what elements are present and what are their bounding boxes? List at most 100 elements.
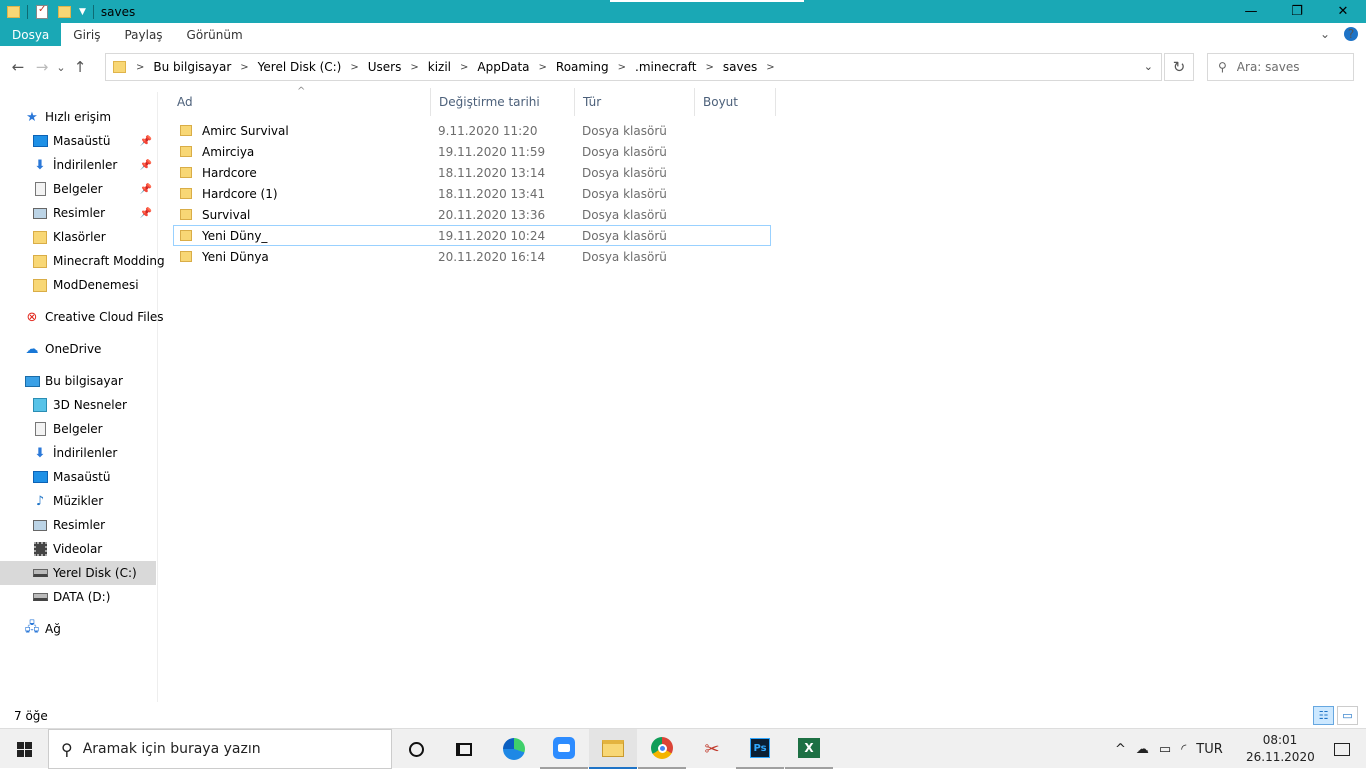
- tab-file[interactable]: Dosya: [0, 23, 62, 46]
- zoom-button[interactable]: [540, 729, 588, 769]
- clock[interactable]: 08:01 26.11.2020: [1246, 732, 1315, 766]
- tab-view[interactable]: Görünüm: [175, 23, 255, 46]
- pin-icon[interactable]: 📌: [140, 160, 152, 171]
- new-folder-icon[interactable]: [57, 4, 71, 19]
- column-header-modified[interactable]: Değiştirme tarihi: [431, 88, 575, 116]
- sidebar-item-downloads[interactable]: ⬇ İndirilenler: [0, 441, 156, 465]
- wifi-icon[interactable]: ◜: [1181, 742, 1186, 757]
- sidebar-item-downloads[interactable]: ⬇ İndirilenler 📌: [0, 153, 156, 177]
- refresh-button[interactable]: ↻: [1164, 53, 1194, 81]
- sidebar-item-desktop[interactable]: Masaüstü: [0, 465, 156, 489]
- sidebar-item-label: OneDrive: [45, 342, 102, 356]
- column-header-name[interactable]: Ad: [169, 88, 431, 116]
- breadcrumb-item[interactable]: Yerel Disk (C:): [258, 60, 342, 74]
- breadcrumb-item[interactable]: AppData: [477, 60, 529, 74]
- chevron-right-icon[interactable]: >: [705, 62, 713, 73]
- chevron-right-icon[interactable]: >: [136, 62, 144, 73]
- notification-button[interactable]: [1318, 729, 1366, 769]
- breadcrumb-item[interactable]: saves: [723, 60, 757, 74]
- sidebar-item-3d-objects[interactable]: 3D Nesneler: [0, 393, 156, 417]
- sidebar-item-pictures[interactable]: Resimler: [0, 513, 156, 537]
- sidebar-item-desktop[interactable]: Masaüstü 📌: [0, 129, 156, 153]
- sidebar-item-minecraft-modding[interactable]: Minecraft Modding: [0, 249, 165, 273]
- chevron-up-icon[interactable]: ^: [1115, 742, 1126, 757]
- address-dropdown-icon[interactable]: ⌄: [1144, 60, 1153, 73]
- table-row[interactable]: Hardcore (1) 18.11.2020 13:41 Dosya klas…: [173, 183, 771, 204]
- table-row[interactable]: Yeni Düny_ 19.11.2020 10:24 Dosya klasör…: [173, 225, 771, 246]
- sidebar-item-klasorler[interactable]: Klasörler: [0, 225, 156, 249]
- edge-button[interactable]: [490, 729, 538, 769]
- breadcrumb-item[interactable]: Users: [368, 60, 402, 74]
- breadcrumb-item[interactable]: .minecraft: [635, 60, 696, 74]
- table-row[interactable]: Yeni Dünya 20.11.2020 16:14 Dosya klasör…: [173, 246, 771, 267]
- chevron-down-icon[interactable]: ⌄: [1320, 27, 1330, 41]
- battery-icon[interactable]: ▭: [1159, 742, 1171, 757]
- up-button[interactable]: ↑: [68, 55, 92, 79]
- sidebar-item-moddenemesi[interactable]: ModDenemesi: [0, 273, 156, 297]
- table-row[interactable]: Hardcore 18.11.2020 13:14 Dosya klasörü: [173, 162, 771, 183]
- chrome-button[interactable]: [638, 729, 686, 769]
- sidebar-item-documents[interactable]: Belgeler 📌: [0, 177, 156, 201]
- pin-icon[interactable]: 📌: [140, 136, 152, 147]
- breadcrumb-item[interactable]: kizil: [428, 60, 451, 74]
- language-indicator[interactable]: TUR: [1196, 742, 1223, 757]
- search-icon: ⚲: [1218, 60, 1227, 74]
- file-explorer-button[interactable]: [589, 729, 637, 769]
- column-header-type[interactable]: Tür: [575, 88, 695, 116]
- sidebar-item-quick-access[interactable]: ★ Hızlı erişim: [0, 105, 156, 129]
- breadcrumb-item[interactable]: Bu bilgisayar: [153, 60, 231, 74]
- snipping-tool-button[interactable]: ✂: [688, 729, 736, 769]
- pin-icon[interactable]: 📌: [140, 184, 152, 195]
- network-status-icon[interactable]: ☁: [1136, 742, 1149, 757]
- chevron-right-icon[interactable]: >: [539, 62, 547, 73]
- breadcrumb-item[interactable]: Roaming: [556, 60, 609, 74]
- sidebar-item-data-drive[interactable]: DATA (D:): [0, 585, 156, 609]
- properties-icon[interactable]: [35, 4, 49, 19]
- photoshop-button[interactable]: Ps: [736, 729, 784, 769]
- chevron-right-icon[interactable]: >: [618, 62, 626, 73]
- forward-button[interactable]: →: [30, 55, 54, 79]
- recent-locations-button[interactable]: ⌄: [54, 55, 68, 79]
- back-button[interactable]: ←: [6, 55, 30, 79]
- chevron-right-icon[interactable]: >: [460, 62, 468, 73]
- sidebar-item-onedrive[interactable]: ☁ OneDrive: [0, 337, 156, 361]
- details-view-icon[interactable]: ☷: [1313, 706, 1334, 725]
- sidebar-item-this-pc[interactable]: Bu bilgisayar: [0, 369, 156, 393]
- customize-toolbar-icon[interactable]: ▼: [79, 7, 86, 17]
- close-button[interactable]: ✕: [1320, 0, 1366, 23]
- address-bar[interactable]: > Bu bilgisayar > Yerel Disk (C:) > User…: [105, 53, 1162, 81]
- table-row[interactable]: Amirc Survival 9.11.2020 11:20 Dosya kla…: [173, 120, 771, 141]
- chrome-icon: [651, 737, 673, 759]
- sidebar-item-network[interactable]: 🖧 Ağ: [0, 617, 156, 641]
- sidebar-item-music[interactable]: ♪ Müzikler: [0, 489, 156, 513]
- taskbar-search-input[interactable]: [82, 741, 363, 757]
- sidebar-item-videos[interactable]: Videolar: [0, 537, 156, 561]
- table-row[interactable]: Survival 20.11.2020 13:36 Dosya klasörü: [173, 204, 771, 225]
- sidebar-item-documents[interactable]: Belgeler: [0, 417, 156, 441]
- cortana-button[interactable]: [392, 729, 440, 769]
- chevron-right-icon[interactable]: >: [766, 62, 774, 73]
- chevron-right-icon[interactable]: >: [240, 62, 248, 73]
- search-input[interactable]: [1236, 60, 1337, 74]
- sidebar-item-pictures[interactable]: Resimler 📌: [0, 201, 156, 225]
- excel-button[interactable]: X: [785, 729, 833, 769]
- minimize-button[interactable]: —: [1228, 0, 1274, 23]
- help-icon[interactable]: ?: [1344, 27, 1358, 41]
- column-header-size[interactable]: Boyut: [695, 88, 776, 116]
- task-view-button[interactable]: [440, 729, 488, 769]
- chevron-right-icon[interactable]: >: [350, 62, 358, 73]
- pin-icon[interactable]: 📌: [140, 208, 152, 219]
- start-button[interactable]: [0, 729, 48, 769]
- large-icons-view-icon[interactable]: ▭: [1337, 706, 1358, 725]
- search-box[interactable]: ⚲: [1207, 53, 1354, 81]
- sidebar-item-local-disk[interactable]: Yerel Disk (C:): [0, 561, 156, 585]
- tab-share[interactable]: Paylaş: [112, 23, 174, 46]
- tab-home[interactable]: Giriş: [61, 23, 112, 46]
- table-row[interactable]: Amirciya 19.11.2020 11:59 Dosya klasörü: [173, 141, 771, 162]
- sidebar-item-creative-cloud[interactable]: ⊗ Creative Cloud Files: [0, 305, 164, 329]
- file-type: Dosya klasörü: [582, 228, 667, 243]
- file-modified: 20.11.2020 13:36: [438, 207, 546, 222]
- chevron-right-icon[interactable]: >: [410, 62, 418, 73]
- maximize-button[interactable]: ❐: [1274, 0, 1320, 23]
- taskbar-search[interactable]: ⚲: [48, 729, 392, 769]
